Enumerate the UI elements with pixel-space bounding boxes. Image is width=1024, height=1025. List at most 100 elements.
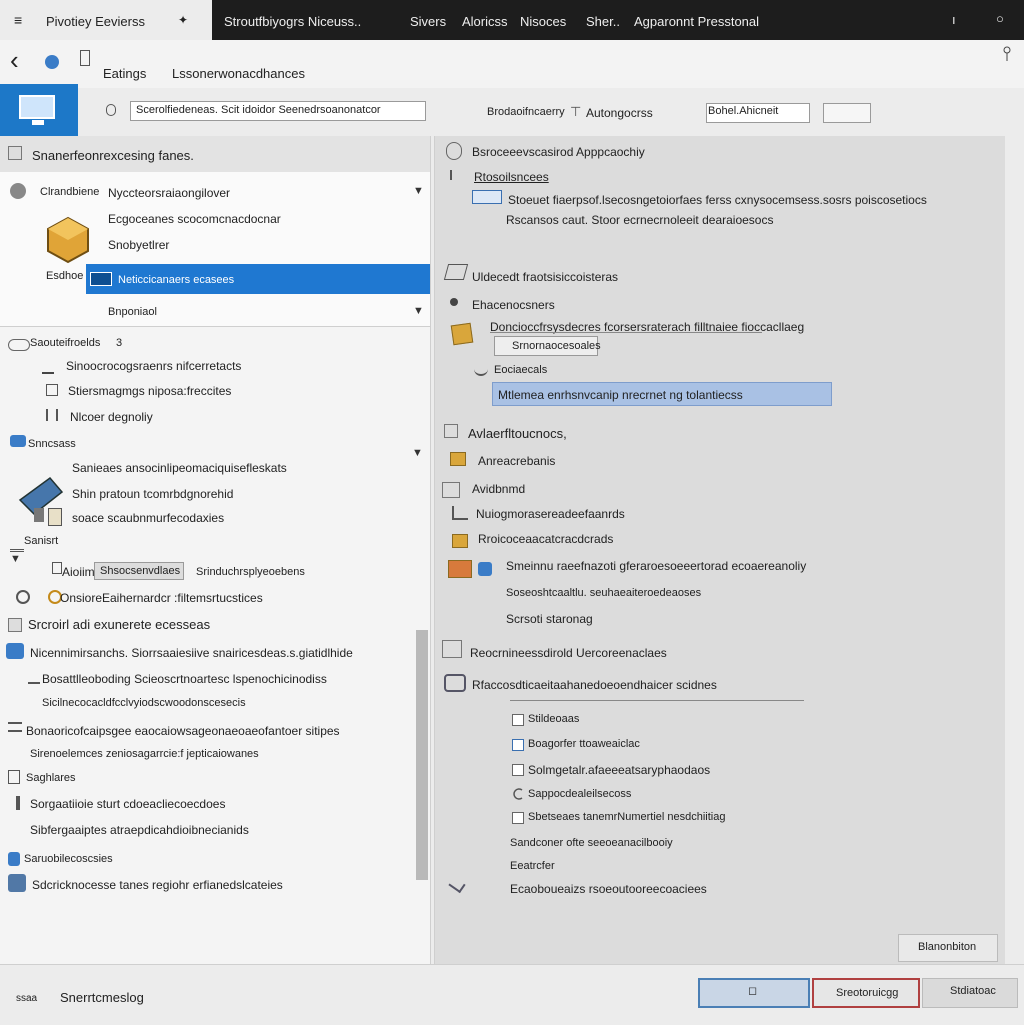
- folder-icon: [450, 322, 474, 346]
- chevron-down-icon[interactable]: ▼: [413, 185, 424, 197]
- checkbox-5[interactable]: [512, 812, 524, 824]
- tag-icon: [8, 852, 20, 866]
- doc-icon: [52, 562, 62, 574]
- selected-row-label: Neticcicanaers ecasees: [118, 274, 235, 286]
- right-link[interactable]: Rtosoilsncees: [474, 170, 549, 184]
- breadcrumb-small[interactable]: Eatings: [103, 66, 146, 81]
- columns-icon: [46, 409, 58, 421]
- people-icon: [478, 562, 492, 576]
- right-note-1: Sandconer ofte seeoeanacilbooiy: [510, 837, 673, 849]
- minimize-icon[interactable]: ı: [952, 12, 956, 27]
- list-c-item[interactable]: Aioiim: [62, 565, 95, 579]
- right-sec-e-sub-2: Scrsoti staronag: [506, 612, 593, 626]
- list-b-item-2[interactable]: Shin pratoun tcomrbdgnorehid: [72, 487, 233, 501]
- breadcrumb[interactable]: Lssonerwonacdhances: [172, 66, 305, 81]
- right-sec-e-item-2[interactable]: Rroicoceaacatcracdcrads: [478, 532, 613, 546]
- right-sec-e-item-1[interactable]: Nuiogmorasereadeefaanrds: [476, 507, 625, 521]
- app-tile[interactable]: [0, 84, 78, 136]
- separator-icon: ⊤: [570, 104, 582, 119]
- list-icon: [450, 452, 466, 466]
- folder-icon: [8, 146, 22, 160]
- chevron-icon: [450, 170, 460, 180]
- right-header: Bsroceeevscasirod Apppcaochiy: [472, 145, 645, 159]
- section-6-title: Saruobilecoscsies: [24, 853, 113, 865]
- right-desc-2: Rscansos caut. Stoor ecrnecrnoleeit dear…: [506, 213, 774, 227]
- section-6-sub[interactable]: Sdcricknocesse tanes regiohr erfianedslc…: [32, 878, 283, 892]
- tab-3[interactable]: Aloricss: [462, 14, 508, 29]
- list-a-item-1[interactable]: Sinoocrocogsraenrs nifcerretacts: [66, 359, 241, 373]
- section-5-item-1[interactable]: Sorgaatiioie sturt cdoeacliecoecdoes: [30, 797, 225, 811]
- close-icon[interactable]: ○: [996, 11, 1004, 26]
- list-a-item-3[interactable]: Nlcoer degnoliy: [70, 410, 153, 424]
- ok-button-label: ◻: [748, 985, 758, 997]
- chevron-down-icon[interactable]: ▼: [10, 553, 21, 565]
- section-3-item-1[interactable]: Bosattlleoboding Scieoscrtnoartesc lspen…: [42, 672, 327, 686]
- bar-icon: [16, 796, 20, 810]
- grid-icon: [8, 618, 22, 632]
- tab-1[interactable]: Stroutfbiyogrs Niceuss..: [224, 14, 361, 29]
- list-b-item-1[interactable]: Sanieaes ansocinlipeomaciquisefleskats: [72, 461, 287, 475]
- checkbox-2[interactable]: [512, 739, 524, 751]
- checkbox-1[interactable]: [512, 714, 524, 726]
- cancel-button-label: Sreotoruicgg: [836, 987, 899, 999]
- nav-bar: [0, 40, 1024, 89]
- right-sec-d-item[interactable]: Anreacrebanis: [478, 454, 555, 468]
- shield-icon: [10, 435, 26, 447]
- footer-left-small: ssaa: [16, 993, 38, 1004]
- help-button-label: Stdiatoac: [950, 985, 996, 997]
- group-line-1: Ecgoceanes scocomcnacdocnar: [108, 212, 281, 226]
- lock-icon: [106, 104, 116, 116]
- menu-icon[interactable]: ≡: [14, 12, 22, 28]
- check-label-5: Sbetseaes tanemrNumertiel nesdchiitiag: [528, 811, 726, 823]
- chat-icon: [6, 643, 24, 659]
- tab-2[interactable]: Sivers: [410, 14, 446, 29]
- right-desc-1: Stoeuet fiaerpsof.lsecosngetoiorfaes fer…: [508, 193, 927, 207]
- right-sec-c: Eociaecals: [494, 364, 548, 376]
- home-icon[interactable]: [45, 55, 59, 69]
- list-b-item-3[interactable]: soace scaubnmurfecodaxies: [72, 511, 224, 525]
- tab-active-label: Pivotiey Eevierss: [46, 14, 145, 29]
- right-sec-e: Avidbnmd: [472, 482, 526, 496]
- wrench-icon: [452, 506, 468, 520]
- right-sec-f: Reocrnineessdirold Uercoreenaclaes: [470, 646, 667, 660]
- section-3-item-2[interactable]: Sicilnecocacldfcclvyiodscwoodonscesecis: [42, 697, 246, 709]
- divider: [490, 332, 762, 333]
- chevron-down-icon[interactable]: ▼: [412, 447, 423, 459]
- list-a-item-2[interactable]: Stiersmagmgs niposa:freccites: [68, 384, 231, 398]
- list-d-label: Onsiore: [60, 591, 103, 605]
- group-title: Nyccteorsraiaongilover: [108, 186, 231, 200]
- right-note-2: Eeatrcfer: [510, 860, 555, 872]
- right-note-3: Ecaoboueaizs rsoeoutooreecoaciees: [510, 882, 707, 896]
- pin-icon[interactable]: ✦: [178, 13, 188, 27]
- account-icon[interactable]: [1002, 46, 1012, 62]
- group-title-small: Clrandbiene: [40, 186, 100, 198]
- tab-5[interactable]: Sher..: [586, 14, 620, 29]
- box-icon: [452, 534, 468, 548]
- left-scrollbar[interactable]: [416, 630, 428, 880]
- right-sec-c-selected: Mtlemea enrhsnvcanip nrecrnet ng tolanti…: [498, 388, 743, 402]
- note-icon: [8, 770, 20, 784]
- back-icon[interactable]: ‹: [10, 46, 19, 74]
- right-sec-b: Ehacenocsners: [472, 298, 555, 312]
- stack-icon: [10, 533, 24, 552]
- list-c-field-value: Shsocsenvdlaes: [100, 565, 181, 577]
- right-sec-e-long[interactable]: Smeinnu raeefnazoti gferaroesoeeertorad …: [506, 559, 806, 573]
- target-icon: [16, 590, 30, 604]
- table-icon: [444, 424, 458, 438]
- section-5-title: Saghlares: [26, 772, 76, 784]
- section-5-item-2[interactable]: Sibfergaaiptes atraepdicahdioibnecianids: [30, 823, 249, 837]
- list-d-value[interactable]: Eaihernardcr :filtemsrtucstices: [102, 591, 263, 605]
- bullet-icon: [450, 298, 458, 306]
- tab-6[interactable]: Agparonnt Presstonal: [634, 14, 759, 29]
- package-icon: [448, 560, 472, 578]
- apply-button-label: Blanonbiton: [918, 941, 977, 953]
- chevron-down-icon[interactable]: ▼: [413, 305, 424, 317]
- checkbox-3[interactable]: [512, 764, 524, 776]
- toolbar-dropdown-value: Bohel.Ahicneit: [708, 105, 779, 117]
- radio-icon[interactable]: [512, 788, 524, 800]
- search-value: Scerolfiedeneas. Scit idoidor Seenedrsoa…: [136, 104, 381, 116]
- toolbar-button[interactable]: [823, 103, 871, 123]
- tab-4[interactable]: Nisoces: [520, 14, 566, 29]
- list-b-title: Snncsass: [28, 438, 76, 450]
- file-icon: [48, 508, 62, 526]
